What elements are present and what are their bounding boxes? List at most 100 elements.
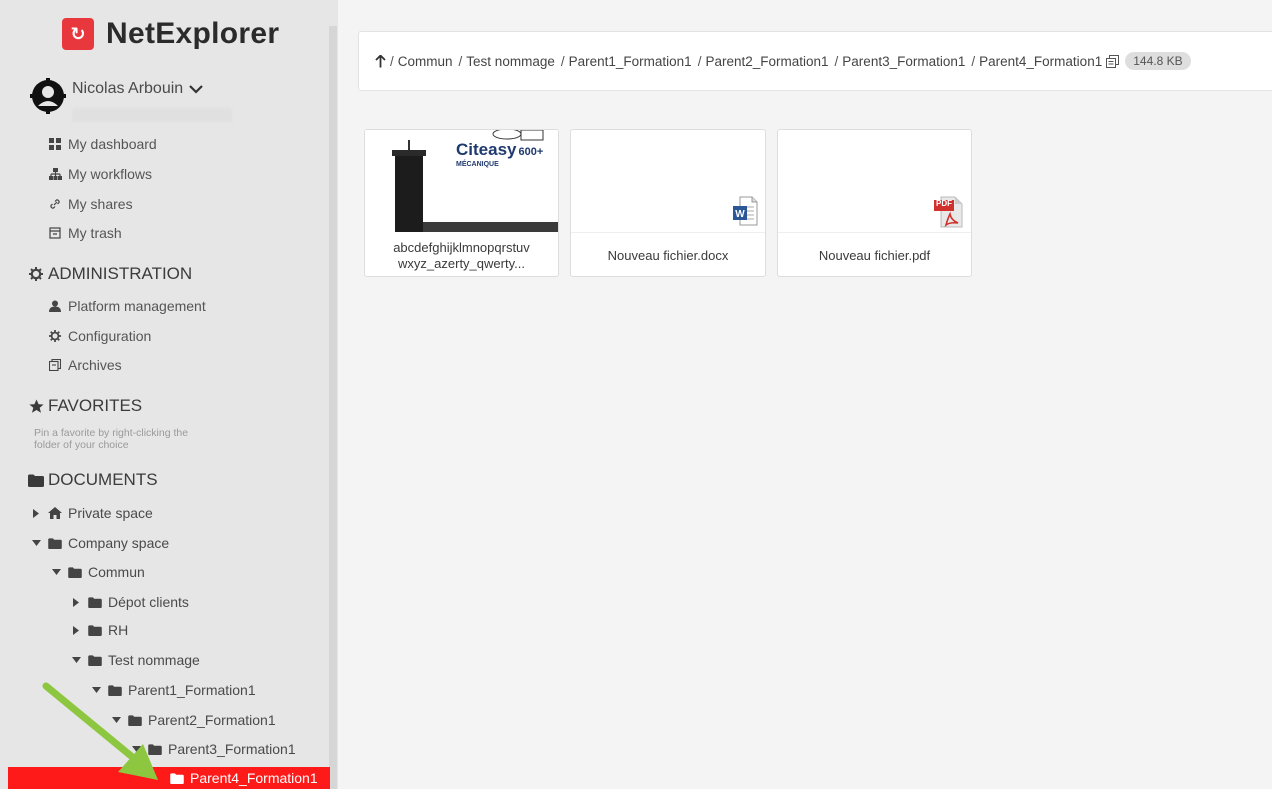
sidebar-scrollbar[interactable] — [329, 26, 337, 789]
pdf-badge-text: PDF — [936, 199, 952, 208]
section-favorites: FAVORITES — [28, 396, 142, 416]
caret-right-icon[interactable] — [30, 508, 42, 518]
star-icon — [28, 398, 44, 414]
word-document-icon: W — [733, 196, 758, 226]
section-title: ADMINISTRATION — [48, 264, 193, 283]
caret-right-icon[interactable] — [70, 625, 82, 635]
nav-label: My shares — [68, 196, 133, 212]
tree-item-company-space[interactable]: Company space — [30, 535, 169, 551]
chevron-down-icon — [189, 85, 203, 94]
tree-item-depot-clients[interactable]: Dépot clients — [70, 594, 189, 610]
breadcrumb-item[interactable]: Parent2_Formation1 — [705, 54, 828, 69]
folder-icon — [68, 566, 82, 578]
file-thumbnail: W — [571, 130, 765, 232]
user-name: Nicolas Arbouin — [72, 80, 184, 97]
copy-path-icon[interactable] — [1106, 54, 1120, 68]
file-name-line: abcdefghijklmnopqrstuv — [393, 240, 530, 255]
archive-icon — [48, 358, 62, 372]
section-documents: DOCUMENTS — [28, 470, 158, 490]
dashboard-icon — [48, 137, 62, 151]
file-thumbnail: PDF — [778, 130, 971, 232]
nav-my-dashboard[interactable]: My dashboard — [48, 136, 157, 152]
breadcrumb-item[interactable]: Commun — [398, 54, 453, 69]
thumbnail-model-text: 600+ — [518, 146, 544, 158]
brand[interactable]: ↻ NetExplorer — [62, 12, 279, 56]
file-card[interactable]: PDF Nouveau fichier.pdf — [777, 129, 972, 277]
breadcrumb-item[interactable]: Test nommage — [466, 54, 555, 69]
section-administration: ADMINISTRATION — [28, 264, 192, 284]
home-icon — [48, 507, 62, 519]
nav-label: My dashboard — [68, 136, 157, 152]
folder-icon — [88, 654, 102, 666]
file-thumbnail: Citeasy 600+ MÉCANIQUE — [365, 130, 558, 232]
tree-item-commun[interactable]: Commun — [50, 564, 145, 580]
folder-icon — [88, 596, 102, 608]
breadcrumb-item[interactable]: Parent1_Formation1 — [569, 54, 692, 69]
breadcrumb-item-current[interactable]: Parent4_Formation1 — [979, 54, 1102, 69]
file-name: Nouveau fichier.pdf — [818, 248, 931, 263]
nav-my-shares[interactable]: My shares — [48, 196, 133, 212]
card-divider — [778, 232, 971, 233]
thumbnail-brand: Citeasy 600+ — [456, 140, 543, 160]
thumbnail-brand-text: Citeasy — [456, 140, 517, 159]
caret-right-icon[interactable] — [70, 597, 82, 607]
nav-label: Configuration — [68, 328, 152, 344]
tree-label: Parent4_Formation1 — [190, 770, 318, 786]
breadcrumb-item[interactable]: Parent3_Formation1 — [842, 54, 965, 69]
green-annotation-arrow-icon — [42, 682, 158, 780]
folder-icon — [88, 624, 102, 636]
breadcrumb-separator: / — [697, 53, 702, 69]
tree-item-rh[interactable]: RH — [70, 622, 128, 638]
caret-down-icon[interactable] — [30, 540, 42, 546]
section-title: DOCUMENTS — [48, 470, 158, 489]
svg-text:W: W — [735, 209, 745, 220]
link-icon — [48, 197, 62, 211]
file-card[interactable]: W Nouveau fichier.docx — [570, 129, 766, 277]
nav-my-trash[interactable]: My trash — [48, 225, 122, 241]
trash-icon — [48, 226, 62, 240]
gear-icon — [28, 266, 44, 282]
nav-archives[interactable]: Archives — [48, 357, 122, 373]
folder-icon — [170, 772, 184, 784]
netexplorer-logo-icon: ↻ — [62, 18, 94, 50]
tree-label: Commun — [88, 564, 145, 580]
nav-label: Archives — [68, 357, 122, 373]
breadcrumb-separator: / — [834, 53, 839, 69]
user-email-redacted — [72, 108, 232, 122]
arrow-up-icon[interactable] — [375, 54, 386, 68]
file-name: Nouveau fichier.docx — [607, 248, 729, 263]
file-card[interactable]: Citeasy 600+ MÉCANIQUE abcdefghijklmnopqr… — [364, 129, 559, 277]
gear-icon — [48, 329, 62, 343]
tree-item-private-space[interactable]: Private space — [30, 505, 153, 521]
card-divider — [571, 232, 765, 233]
user-avatar-icon — [30, 78, 66, 114]
caret-down-icon[interactable] — [50, 569, 62, 575]
tree-item-test-nommage[interactable]: Test nommage — [70, 652, 200, 668]
user-icon — [48, 299, 62, 313]
folder-icon — [28, 472, 44, 488]
tree-label: RH — [108, 622, 129, 638]
folder-size-badge: 144.8 KB — [1125, 52, 1191, 70]
caret-down-icon[interactable] — [70, 657, 82, 663]
breadcrumb-separator: / — [971, 53, 976, 69]
tree-label: Parent3_Formation1 — [168, 741, 296, 757]
file-name: abcdefghijklmnopqrstuv wxyz_azerty_qwert… — [365, 234, 558, 276]
nav-label: My workflows — [68, 166, 153, 182]
section-title: FAVORITES — [48, 396, 143, 415]
tree-label: Test nommage — [108, 652, 200, 668]
thumbnail-subtitle: MÉCANIQUE — [456, 161, 499, 168]
tree-label: Company space — [68, 535, 170, 551]
nav-label: My trash — [68, 225, 122, 241]
tree-label: Dépot clients — [108, 594, 189, 610]
tree-label: Private space — [68, 505, 153, 521]
breadcrumb-separator: / — [458, 53, 463, 69]
hint-line: folder of your choice — [34, 439, 129, 451]
file-name-line: wxyz_azerty_qwerty... — [398, 256, 525, 271]
hint-line: Pin a favorite by right-clicking the — [34, 427, 189, 439]
nav-my-workflows[interactable]: My workflows — [48, 166, 152, 182]
nav-platform-management[interactable]: Platform management — [48, 298, 206, 314]
nav-configuration[interactable]: Configuration — [48, 328, 151, 344]
folder-icon — [48, 537, 62, 549]
sidebar: ↻ NetExplorer Nicolas Arbouin My dashboa… — [0, 0, 338, 789]
workflow-icon — [48, 167, 62, 181]
